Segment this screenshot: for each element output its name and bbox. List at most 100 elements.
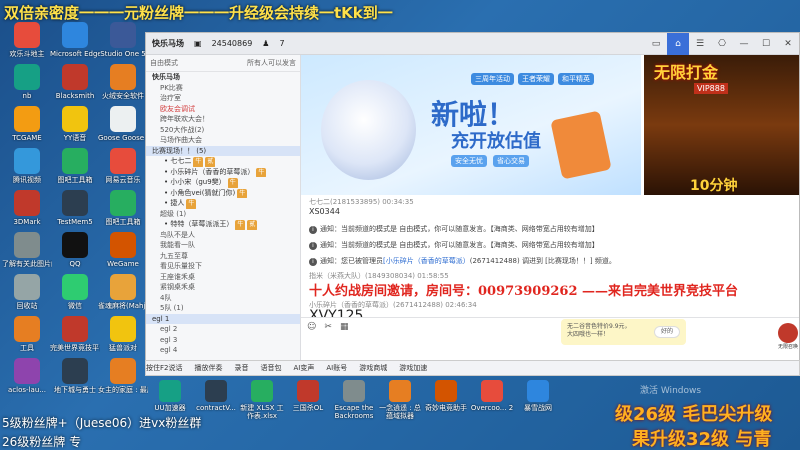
desktop-icon[interactable]: 火绒安全软件 <box>98 64 148 100</box>
taskbar-app[interactable]: Overcoo... 2 <box>470 380 514 412</box>
toolbar-item[interactable]: 游戏加速 <box>399 363 427 373</box>
channel-item[interactable]: 紧钢桌禾桌 <box>146 282 300 293</box>
desktop-icon[interactable]: 微信 <box>50 274 100 310</box>
channel-user[interactable]: • 小小宋（gu9樊）牛 <box>146 177 300 188</box>
channel-label: • 特特（草莓派派王） <box>164 220 234 228</box>
desktop-icon[interactable]: 网易云音乐 <box>98 148 148 184</box>
channel-item[interactable]: 治疗室 <box>146 93 300 104</box>
desktop-icon[interactable]: 回收站 <box>2 274 52 310</box>
game-ad[interactable]: 无限打金 VIP888 10分钟 <box>644 55 799 195</box>
desktop-icon[interactable]: 图吧工具箱 <box>50 148 100 184</box>
desktop-icon[interactable]: YY语音 <box>50 106 100 142</box>
channel-item[interactable]: 520大作战(2) <box>146 125 300 136</box>
channel-user[interactable]: • 小乐碎片（香香的草莓派）牛 <box>146 167 300 177</box>
desktop-icon[interactable]: QQ <box>50 232 100 268</box>
channel-item[interactable]: PK比赛 <box>146 83 300 94</box>
channel-user[interactable]: • 捷人牛 <box>146 198 300 209</box>
desktop-icon[interactable]: TestMem5 <box>50 190 100 226</box>
desktop-icon[interactable]: Blacksmith <box>50 64 100 100</box>
desktop-icon[interactable]: 工具 <box>2 316 52 352</box>
desktop-icon[interactable]: 欢乐斗地主 <box>2 22 52 58</box>
desktop-icon-label: 图吧工具箱 <box>57 176 93 184</box>
image-icon[interactable]: ▦ <box>340 322 349 332</box>
quick-reply-popup: 无二谷音色特价9.9元， 大四哦也一样！ 好的 <box>561 319 686 345</box>
taskbar-app[interactable]: 三国杀OL <box>286 380 330 412</box>
channel-item[interactable]: 跨年联欢大会！ <box>146 114 300 125</box>
taskbar-app[interactable]: contractV... <box>194 380 238 412</box>
desktop-icon[interactable]: 腾讯视频 <box>2 148 52 184</box>
input-area[interactable]: ☺ ✂ ▦ 无二谷音色特价9.9元， 大四哦也一样！ 好的 <box>301 317 799 361</box>
taskbar-app[interactable]: 奇妙电竞助手 <box>424 380 468 412</box>
channel-item[interactable]: 鸟队不是人 <box>146 230 300 241</box>
channel-item[interactable]: 4队 <box>146 293 300 304</box>
channel-item[interactable]: egl 3 <box>146 335 300 346</box>
desktop-icon[interactable]: Studio One 5 <box>98 22 148 58</box>
toolbar-item[interactable]: 播放伴奏 <box>194 363 222 373</box>
channel-item[interactable]: 九五至尊 <box>146 251 300 262</box>
channel-label: 比赛现场！！ (5) <box>152 146 207 155</box>
desktop-icon[interactable]: Microsoft Edge <box>50 22 100 58</box>
toolbar-item[interactable]: AI变声 <box>293 363 314 373</box>
gamepad-icon[interactable]: ⎔ <box>711 39 733 49</box>
desktop-icon[interactable]: 了解有关此图片的信息 <box>2 232 52 268</box>
desktop-icon[interactable]: aclos-lau... <box>2 358 52 394</box>
desktop-icon[interactable]: 完美世界竞技平台 <box>50 316 100 352</box>
toolbar-item[interactable]: 按住F2说话 <box>146 363 182 373</box>
channel-item[interactable]: 比赛现场！！ (5) <box>146 145 300 156</box>
channel-item[interactable]: egl 4 <box>146 345 300 356</box>
channel-item[interactable]: 我能看一队 <box>146 240 300 251</box>
user-link[interactable]: [小乐碎片（香香的草莓派） <box>383 257 470 265</box>
emoji-icon[interactable]: ☺ <box>307 322 316 332</box>
channel-user[interactable]: • 特特（草莓派派王）牛贰 <box>146 219 300 230</box>
desktop-icon[interactable]: TCGAME <box>2 106 52 142</box>
list-icon[interactable]: ☰ <box>689 39 711 49</box>
desktop-icon[interactable]: 猛兽派对 <box>98 316 148 352</box>
desktop-icon[interactable]: 3DMark <box>2 190 52 226</box>
desktop-icon[interactable]: 雀魂麻将(Mahjong... <box>98 274 148 310</box>
desktop-icon[interactable]: WeGame <box>98 232 148 268</box>
gift-icon <box>778 323 798 343</box>
desktop-icon[interactable]: 图吧工具箱 <box>98 190 148 226</box>
info-icon: i <box>309 258 317 266</box>
desktop-icon[interactable]: 女主的家庭 : 最后... <box>98 358 148 394</box>
channel-item[interactable]: 5队 (1) <box>146 303 300 314</box>
toolbar-item[interactable]: 游戏商城 <box>359 363 387 373</box>
maximize-icon[interactable]: ☐ <box>755 39 777 49</box>
taskbar-app[interactable]: UU加速器 <box>148 380 192 412</box>
promo-banner[interactable]: 三周年活动 王者荣耀 和平精英 新啦！ 充开放估值 安全无忧 省心交易 <box>301 55 641 195</box>
close-icon[interactable]: ✕ <box>777 39 799 49</box>
channel-item[interactable]: 王座谁禾桌 <box>146 272 300 283</box>
channel-item[interactable]: egl 1 <box>146 313 300 324</box>
channel-item[interactable]: 超级 (1) <box>146 209 300 220</box>
room-invite-message[interactable]: 十人约战房间邀请，房间号：00973909262 ——来自完美世界竞技平台 <box>309 280 738 299</box>
channel-item[interactable]: 看见乐量投下 <box>146 261 300 272</box>
channel-item[interactable]: egl 2 <box>146 324 300 335</box>
desktop-icon[interactable]: Goose Goose Duck <box>98 106 148 142</box>
taskbar-app[interactable]: 新建 XLSX 工作表.xlsx <box>240 380 284 420</box>
app-icon <box>297 380 319 402</box>
gift-item[interactable]: 无限召唤 <box>774 323 799 350</box>
channel-label: 鸟队不是人 <box>160 230 195 239</box>
toolbar-item[interactable]: AI账号 <box>326 363 347 373</box>
taskbar-app[interactable]: Escape the Backrooms <box>332 380 376 420</box>
desktop-icon[interactable]: nb <box>2 64 52 100</box>
toolbar-item[interactable]: 录音 <box>234 363 248 373</box>
quick-reply-ok-button[interactable]: 好的 <box>653 326 680 338</box>
channel-user[interactable]: • 七七二牛贰 <box>146 156 300 167</box>
taskbar-app[interactable]: 一念逍遥 : 总蕴域拟器 <box>378 380 422 420</box>
desktop-icon[interactable]: 地下城与勇士 <box>50 358 100 394</box>
channel-user[interactable]: • 小角色vei(猜就门你) 牛 <box>146 188 300 198</box>
channel-item[interactable]: 快乐马场 <box>146 72 300 83</box>
channel-items: 快乐马场 PK比赛 治疗室 欧友会调试 跨年联欢大会！ 520大作战(2) 马场作曲大会 比赛… <box>146 72 300 356</box>
video-icon[interactable]: ▭ <box>645 39 667 49</box>
taskbar-app[interactable]: 暴雪战网 <box>516 380 560 412</box>
channel-item[interactable]: 欧友会调试 <box>146 104 300 115</box>
gift-label: 无限召唤 <box>777 344 798 350</box>
channel-item[interactable]: 马场作曲大会 <box>146 135 300 146</box>
home-icon[interactable]: ⌂ <box>667 33 689 55</box>
minimize-icon[interactable]: — <box>733 39 755 49</box>
desktop-icon-label: 欢乐斗地主 <box>9 50 45 58</box>
scissors-icon[interactable]: ✂ <box>324 322 332 332</box>
toolbar-item[interactable]: 语音包 <box>260 363 281 373</box>
banner-tag: 省心交易 <box>493 155 529 167</box>
